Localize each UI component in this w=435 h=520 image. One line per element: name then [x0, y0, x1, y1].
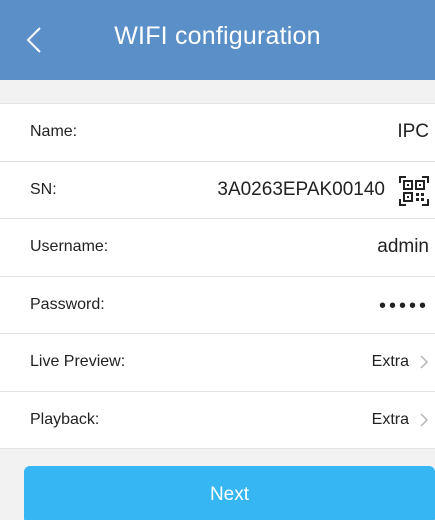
live-preview-value: Extra — [371, 353, 409, 371]
sn-label: SN: — [30, 180, 57, 198]
app-header: WIFI configuration — [0, 0, 435, 80]
playback-label: Playback: — [30, 410, 100, 428]
qr-scan-button[interactable] — [399, 175, 429, 206]
playback-select[interactable]: Extra — [372, 411, 429, 429]
username-label: Username: — [30, 238, 109, 256]
live-preview-label: Live Preview: — [30, 353, 126, 371]
next-button[interactable]: Next — [24, 466, 435, 520]
chevron-right-icon — [420, 355, 429, 369]
password-label: Password: — [30, 295, 105, 313]
chevron-right-icon — [420, 413, 429, 427]
password-row[interactable]: Password: ••••• — [0, 277, 435, 334]
name-value: IPC — [397, 121, 429, 143]
playback-row[interactable]: Playback: Extra — [0, 392, 435, 449]
username-row[interactable]: Username: admin — [0, 219, 435, 277]
sn-row: SN: 3A0263EPAK00140 — [0, 162, 435, 219]
qr-code-icon — [399, 175, 429, 206]
page-title: WIFI configuration — [114, 22, 321, 50]
name-label: Name: — [30, 123, 78, 141]
sn-value: 3A0263EPAK00140 — [217, 178, 385, 200]
live-preview-select[interactable]: Extra — [372, 353, 429, 371]
password-field[interactable]: ••••• — [379, 295, 429, 318]
playback-value: Extra — [371, 410, 409, 428]
name-row: Name: IPC — [0, 104, 435, 162]
settings-list: Name: IPC SN: 3A0263EPAK00140 Username: … — [0, 103, 435, 449]
live-preview-row[interactable]: Live Preview: Extra — [0, 334, 435, 392]
username-field[interactable]: admin — [377, 236, 429, 258]
